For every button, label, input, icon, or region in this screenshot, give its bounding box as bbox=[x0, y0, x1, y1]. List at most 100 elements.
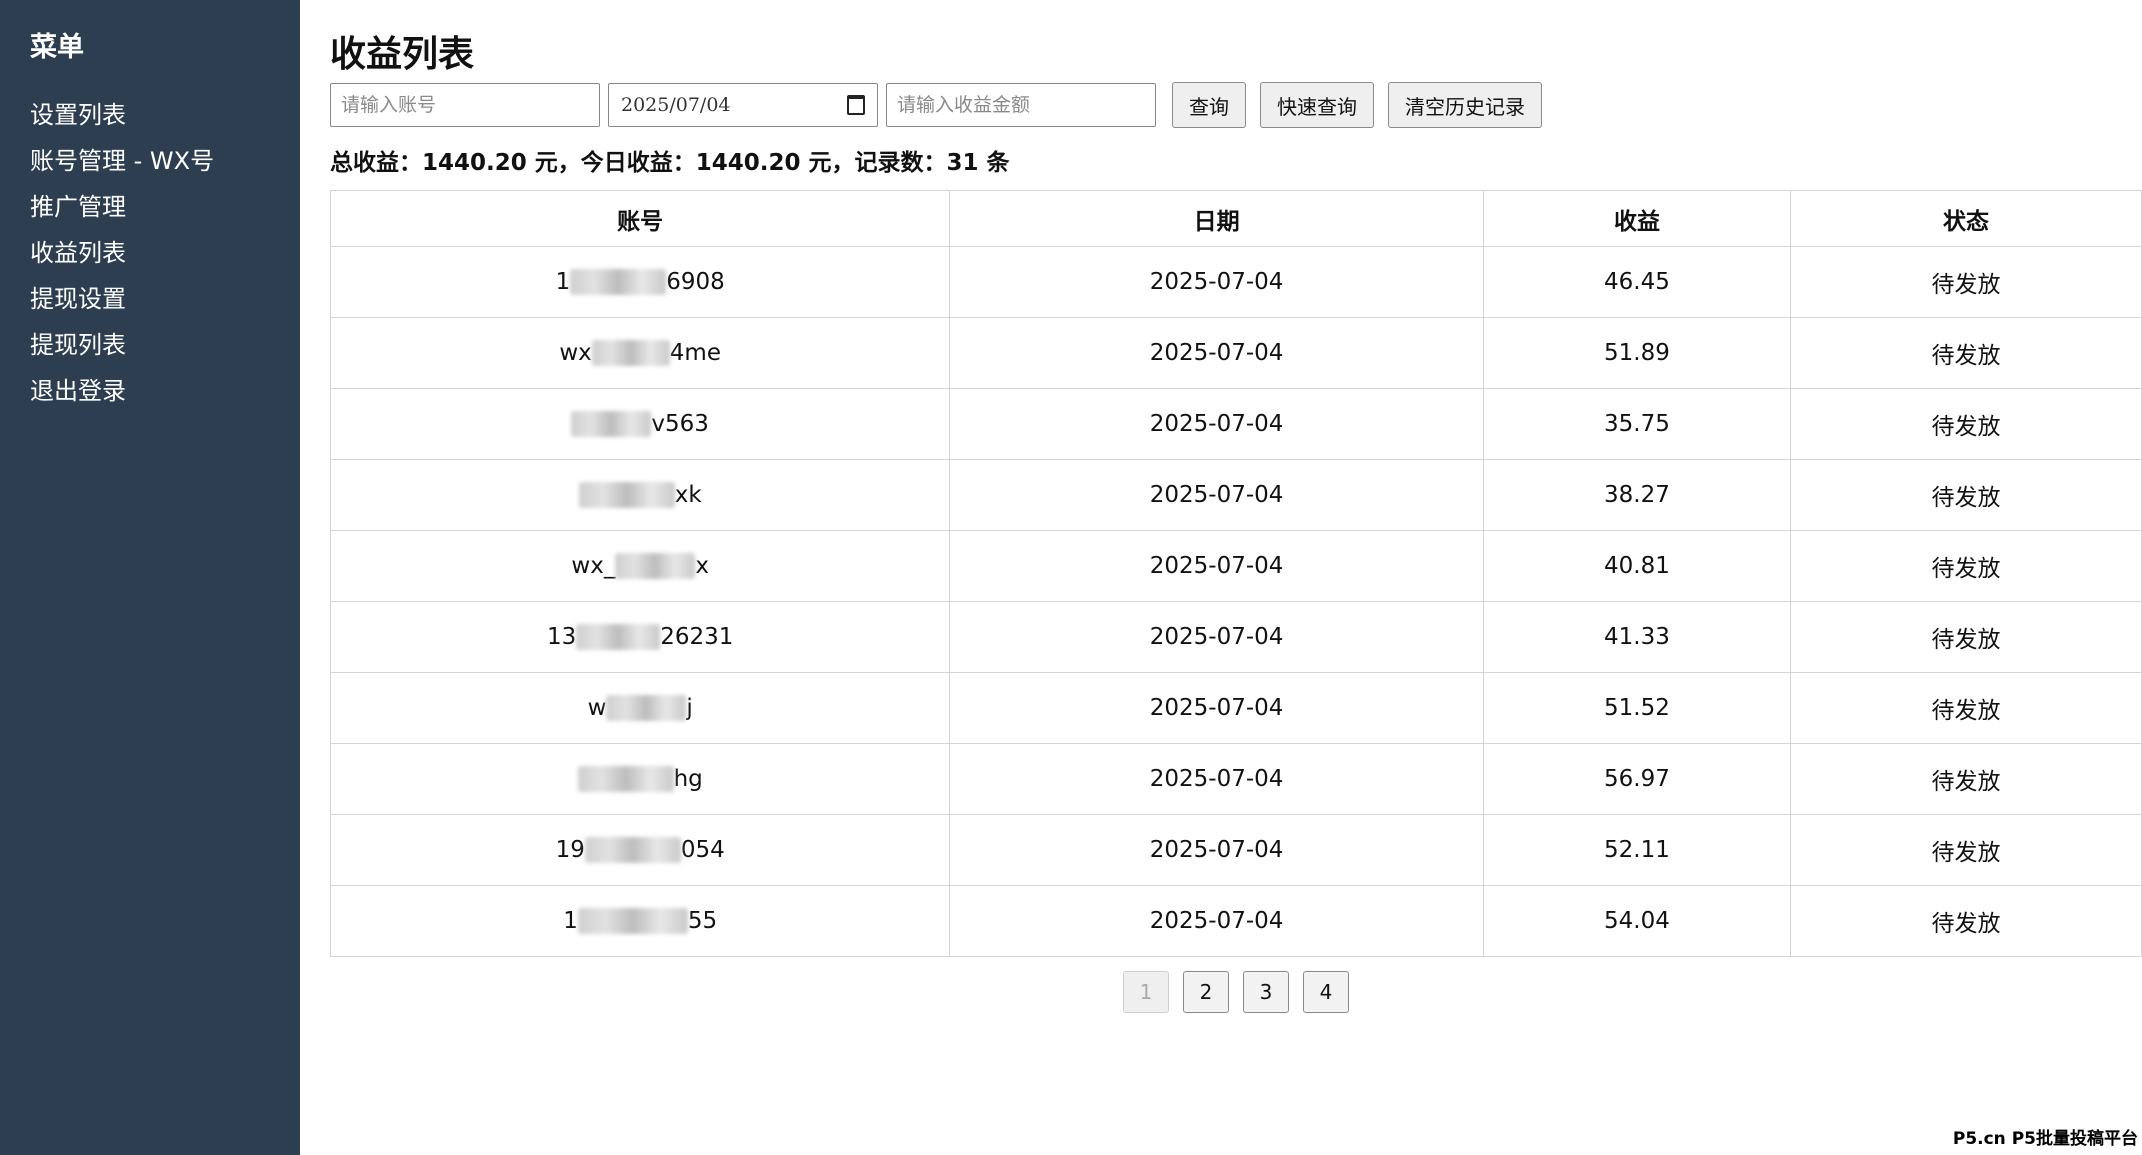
cell-status: 待发放 bbox=[1790, 885, 2142, 957]
table-row: wx_ x 2025-07-04 40.81 待发放 bbox=[329, 530, 2142, 602]
account-prefix: 13 bbox=[546, 623, 577, 650]
account-redacted bbox=[591, 340, 670, 367]
calendar-icon[interactable] bbox=[847, 95, 865, 115]
cell-amount: 40.81 bbox=[1482, 530, 1792, 602]
page-title: 收益列表 bbox=[330, 34, 475, 75]
menu-title: 菜单 bbox=[30, 32, 84, 63]
account-prefix: wx_ bbox=[571, 552, 616, 579]
account-suffix: 054 bbox=[680, 836, 725, 863]
cell-date: 2025-07-04 bbox=[949, 743, 1484, 815]
cell-account: 1 55 bbox=[329, 885, 951, 957]
account-prefix: w bbox=[587, 694, 607, 721]
filter-toolbar: 2025/07/04 查询 快速查询 清空历史记录 bbox=[330, 80, 2142, 130]
table-row: hg 2025-07-04 56.97 待发放 bbox=[329, 743, 2142, 815]
account-suffix: 55 bbox=[687, 907, 718, 934]
cell-status: 待发放 bbox=[1790, 530, 2142, 602]
sidebar: 菜单 设置列表 账号管理 - WX号 推广管理 收益列表 提现设置 提现列表 退… bbox=[0, 0, 300, 1155]
sidebar-item-earnings-list[interactable]: 收益列表 bbox=[30, 230, 300, 276]
earnings-summary: 总收益：1440.20 元，今日收益：1440.20 元，记录数：31 条 bbox=[330, 150, 1010, 176]
page-button-1[interactable]: 1 bbox=[1123, 971, 1169, 1013]
sidebar-item-settings-list[interactable]: 设置列表 bbox=[30, 92, 300, 138]
cell-amount: 51.89 bbox=[1482, 317, 1792, 389]
cell-date: 2025-07-04 bbox=[949, 672, 1484, 744]
cell-amount: 41.33 bbox=[1482, 601, 1792, 673]
sidebar-item-withdraw-settings[interactable]: 提现设置 bbox=[30, 276, 300, 322]
cell-amount: 51.52 bbox=[1482, 672, 1792, 744]
cell-amount: 46.45 bbox=[1482, 246, 1792, 318]
cell-status: 待发放 bbox=[1790, 388, 2142, 460]
cell-status: 待发放 bbox=[1790, 246, 2142, 318]
account-search-input[interactable] bbox=[330, 83, 600, 127]
account-suffix: hg bbox=[673, 765, 703, 792]
sidebar-item-logout[interactable]: 退出登录 bbox=[30, 368, 300, 414]
account-redacted bbox=[615, 553, 696, 580]
cell-account: 1 6908 bbox=[329, 246, 951, 318]
account-prefix: wx bbox=[559, 339, 592, 366]
header-account: 账号 bbox=[329, 190, 951, 247]
account-prefix: 19 bbox=[555, 836, 585, 863]
cell-status: 待发放 bbox=[1790, 672, 2142, 744]
page-button-4[interactable]: 4 bbox=[1303, 971, 1349, 1013]
account-redacted bbox=[576, 624, 661, 651]
account-prefix: 1 bbox=[563, 907, 578, 934]
table-body: 1 6908 2025-07-04 46.45 待发放 wx 4me 2025-07-04 51… bbox=[329, 246, 2142, 957]
cell-account: 19 054 bbox=[329, 814, 951, 886]
page-button-2[interactable]: 2 bbox=[1183, 971, 1229, 1013]
account-redacted bbox=[577, 766, 674, 793]
sidebar-item-account-management[interactable]: 账号管理 - WX号 bbox=[30, 138, 300, 184]
account-suffix: 4me bbox=[669, 339, 721, 366]
table-row: xk 2025-07-04 38.27 待发放 bbox=[329, 459, 2142, 531]
table-header-row: 账号 日期 收益 状态 bbox=[329, 190, 2142, 247]
cell-account: xk bbox=[329, 459, 951, 531]
table-row: w j 2025-07-04 51.52 待发放 bbox=[329, 672, 2142, 744]
cell-account: v563 bbox=[329, 388, 951, 460]
cell-date: 2025-07-04 bbox=[949, 246, 1484, 318]
cell-account: wx_ x bbox=[329, 530, 951, 602]
table-row: 1 55 2025-07-04 54.04 待发放 bbox=[329, 885, 2142, 957]
account-redacted bbox=[578, 482, 675, 509]
account-prefix: 1 bbox=[555, 268, 571, 295]
sidebar-item-promotion-management[interactable]: 推广管理 bbox=[30, 184, 300, 230]
header-date: 日期 bbox=[949, 190, 1484, 247]
cell-account: wx 4me bbox=[329, 317, 951, 389]
cell-status: 待发放 bbox=[1790, 317, 2142, 389]
earnings-table: 账号 日期 收益 状态 1 6908 2025-07-04 46.45 待发放 wx 4me… bbox=[329, 190, 2142, 957]
page-button-3[interactable]: 3 bbox=[1243, 971, 1289, 1013]
cell-amount: 54.04 bbox=[1482, 885, 1792, 957]
clear-history-button[interactable]: 清空历史记录 bbox=[1388, 82, 1542, 128]
sidebar-item-withdraw-list[interactable]: 提现列表 bbox=[30, 322, 300, 368]
quick-query-button[interactable]: 快速查询 bbox=[1260, 82, 1374, 128]
account-redacted bbox=[584, 837, 681, 864]
account-redacted bbox=[606, 695, 687, 722]
account-suffix: j bbox=[686, 694, 693, 721]
cell-amount: 52.11 bbox=[1482, 814, 1792, 886]
cell-status: 待发放 bbox=[1790, 814, 2142, 886]
app-root: 菜单 设置列表 账号管理 - WX号 推广管理 收益列表 提现设置 提现列表 退… bbox=[0, 0, 2142, 1155]
cell-status: 待发放 bbox=[1790, 601, 2142, 673]
main-content: 收益列表 2025/07/04 查询 快速查询 清空历史记录 总收益：1440.… bbox=[300, 0, 2142, 1155]
header-status: 状态 bbox=[1790, 190, 2142, 247]
account-suffix: 6908 bbox=[666, 268, 725, 295]
table-row: 1 6908 2025-07-04 46.45 待发放 bbox=[329, 246, 2142, 318]
date-picker-input[interactable]: 2025/07/04 bbox=[608, 83, 878, 127]
table-row: wx 4me 2025-07-04 51.89 待发放 bbox=[329, 317, 2142, 389]
account-redacted bbox=[577, 908, 688, 935]
query-button[interactable]: 查询 bbox=[1172, 82, 1246, 128]
cell-amount: 56.97 bbox=[1482, 743, 1792, 815]
date-value: 2025/07/04 bbox=[621, 94, 731, 116]
cell-date: 2025-07-04 bbox=[949, 601, 1484, 673]
account-suffix: 26231 bbox=[660, 623, 734, 650]
table-row: v563 2025-07-04 35.75 待发放 bbox=[329, 388, 2142, 460]
cell-date: 2025-07-04 bbox=[949, 814, 1484, 886]
account-redacted bbox=[571, 411, 652, 438]
cell-date: 2025-07-04 bbox=[949, 388, 1484, 460]
table-row: 13 26231 2025-07-04 41.33 待发放 bbox=[329, 601, 2142, 673]
cell-date: 2025-07-04 bbox=[949, 885, 1484, 957]
amount-search-input[interactable] bbox=[886, 83, 1156, 127]
cell-amount: 35.75 bbox=[1482, 388, 1792, 460]
cell-account: hg bbox=[329, 743, 951, 815]
account-suffix: xk bbox=[674, 481, 702, 508]
account-suffix: x bbox=[695, 552, 709, 579]
cell-date: 2025-07-04 bbox=[949, 317, 1484, 389]
watermark: P5.cn P5批量投稿平台 bbox=[1952, 1129, 2138, 1149]
